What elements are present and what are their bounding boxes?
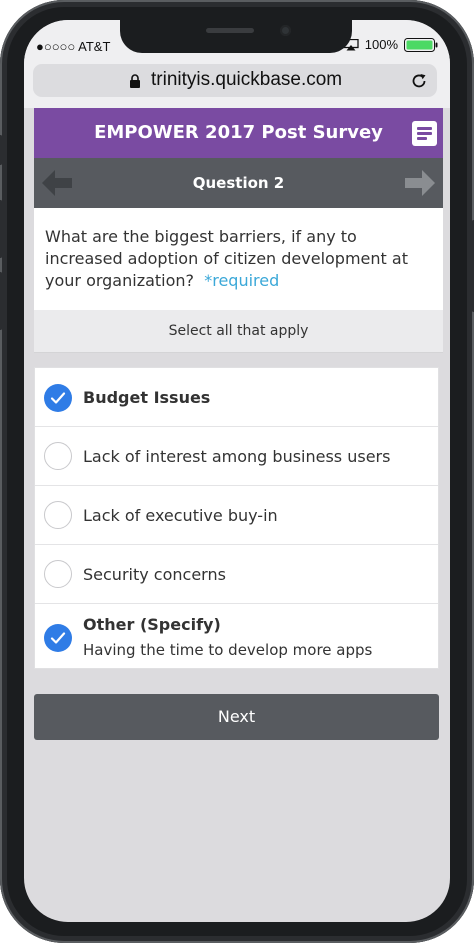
- volume-up-button: [0, 200, 2, 258]
- question-box: What are the biggest barriers, if any to…: [34, 208, 443, 310]
- menu-icon[interactable]: [412, 121, 437, 146]
- volume-down-button: [0, 272, 2, 330]
- instruction-bar: Select all that apply: [34, 310, 443, 353]
- option-label: Budget Issues: [83, 388, 211, 407]
- instruction-text: Select all that apply: [168, 323, 309, 339]
- option-executive-buy-in[interactable]: Lack of executive buy-in: [35, 486, 438, 545]
- battery-icon: [404, 37, 438, 52]
- question-nav: Question 2: [34, 158, 443, 208]
- notch: [120, 20, 352, 53]
- address-bar[interactable]: trinityis.quickbase.com: [33, 64, 437, 97]
- option-label: Lack of executive buy-in: [83, 506, 278, 525]
- checkbox-checked[interactable]: [44, 384, 72, 412]
- mute-switch: [0, 135, 2, 165]
- checkbox-unchecked[interactable]: [44, 442, 72, 470]
- question-text: What are the biggest barriers, if any to…: [45, 226, 435, 292]
- lock-icon: [130, 74, 140, 88]
- screen: ●○○○○ AT&T 100% trinityis.quickbase.com …: [24, 20, 450, 922]
- phone-frame: ●○○○○ AT&T 100% trinityis.quickbase.com …: [0, 0, 474, 943]
- checkbox-unchecked[interactable]: [44, 501, 72, 529]
- carrier-label: ●○○○○ AT&T: [36, 39, 111, 54]
- status-right: 100%: [343, 37, 438, 52]
- checkbox-unchecked[interactable]: [44, 560, 72, 588]
- question-number: Question 2: [192, 174, 285, 192]
- speaker: [206, 28, 254, 33]
- options-list: Budget Issues Lack of interest among bus…: [34, 367, 439, 669]
- forward-arrow-icon[interactable]: [405, 170, 435, 196]
- option-other-specify[interactable]: Other (Specify) Having the time to devel…: [35, 604, 438, 668]
- camera-icon: [280, 25, 291, 36]
- reload-icon[interactable]: [410, 72, 428, 90]
- next-button[interactable]: Next: [34, 694, 439, 740]
- checkbox-checked[interactable]: [44, 624, 72, 652]
- option-label: Other (Specify): [83, 615, 221, 634]
- option-label: Lack of interest among business users: [83, 447, 391, 466]
- page-title: EMPOWER 2017 Post Survey: [94, 122, 383, 143]
- checkmark-icon: [50, 392, 66, 404]
- app-header: EMPOWER 2017 Post Survey: [34, 108, 443, 158]
- option-lack-of-interest[interactable]: Lack of interest among business users: [35, 427, 438, 486]
- option-budget-issues[interactable]: Budget Issues: [35, 368, 438, 427]
- option-security-concerns[interactable]: Security concerns: [35, 545, 438, 604]
- browser-toolbar: trinityis.quickbase.com: [24, 58, 450, 108]
- other-specify-text[interactable]: Having the time to develop more apps: [83, 641, 372, 659]
- battery-percent: 100%: [364, 37, 398, 52]
- required-label: *required: [204, 271, 280, 290]
- checkmark-icon: [50, 632, 66, 644]
- option-label: Security concerns: [83, 565, 226, 584]
- url-text: trinityis.quickbase.com: [151, 69, 343, 90]
